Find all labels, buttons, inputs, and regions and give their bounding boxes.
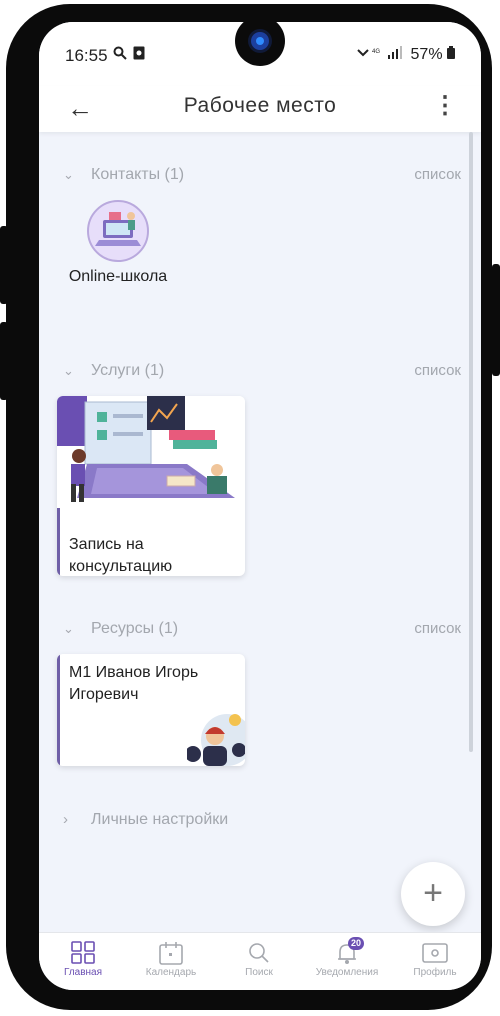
section-label: Ресурсы (1) (91, 620, 179, 637)
volume-button-2 (0, 322, 8, 400)
tab-notifications[interactable]: 20 Уведомления (303, 933, 391, 990)
tab-label: Уведомления (315, 967, 379, 978)
calendar-icon (158, 941, 184, 965)
list-view-link[interactable]: список (414, 617, 461, 641)
card-accent (57, 654, 60, 766)
online-school-illustration (95, 212, 141, 246)
contact-item[interactable]: Online-школа (63, 200, 173, 286)
section-services[interactable]: ⌄ Услуги (1) список (39, 359, 481, 383)
camera-lens (251, 32, 269, 50)
screen: 16:55 4G 57% ← Рабочее место ⋮ ⌄ Контакт… (39, 22, 481, 990)
tab-label: Поиск (245, 967, 273, 978)
card-accent (57, 508, 60, 576)
service-title: Запись на консультацию (69, 534, 239, 576)
section-resources[interactable]: ⌄ Ресурсы (1) список (39, 617, 481, 641)
contact-name: Online-школа (68, 268, 168, 285)
bell-icon: 20 (334, 937, 365, 965)
resource-card[interactable]: М1 Иванов Игорь Игоревич (57, 654, 245, 766)
search-status-icon (113, 46, 127, 60)
service-illustration (57, 396, 245, 508)
status-right: 4G 57% (356, 46, 455, 64)
section-label: Личные настройки (91, 811, 229, 828)
contact-avatar (87, 200, 149, 262)
app-bar: ← Рабочее место ⋮ (39, 86, 481, 132)
section-label: Услуги (1) (91, 362, 165, 379)
chevron-down-icon: ⌄ (63, 363, 74, 378)
signal-icons: 4G (357, 46, 403, 59)
chevron-down-icon: ⌄ (63, 167, 74, 182)
resource-title: М1 Иванов Игорь Игоревич (69, 662, 239, 706)
resource-avatar-illustration (185, 710, 245, 766)
chevron-down-icon: ⌄ (63, 621, 74, 636)
section-personal-settings[interactable]: › Личные настройки (39, 808, 481, 832)
phone-frame: 16:55 4G 57% ← Рабочее место ⋮ ⌄ Контакт… (0, 4, 500, 1010)
power-button (492, 264, 500, 376)
tab-profile[interactable]: Профиль (391, 933, 479, 990)
scrollbar[interactable] (469, 132, 473, 752)
tab-home[interactable]: Главная (39, 933, 127, 990)
section-contacts[interactable]: ⌄ Контакты (1) список (39, 163, 481, 187)
list-view-link[interactable]: список (414, 359, 461, 383)
status-icons (113, 46, 145, 64)
list-view-link[interactable]: список (414, 163, 461, 187)
volume-button (0, 226, 8, 304)
grid-icon (70, 941, 96, 965)
service-title-text: Запись на консультацию (69, 536, 173, 575)
resource-title-text: М1 Иванов Игорь Игоревич (69, 664, 199, 703)
add-button[interactable]: + (401, 862, 465, 926)
chevron-right-icon: › (63, 811, 68, 828)
tab-label: Главная (63, 967, 103, 978)
app-status-icon (133, 46, 145, 60)
svg-text:4G: 4G (372, 49, 380, 55)
tab-label: Профиль (413, 967, 457, 978)
tab-search[interactable]: Поиск (215, 933, 303, 990)
search-icon (246, 941, 272, 965)
tab-label: Календарь (145, 967, 197, 978)
profile-icon (422, 941, 448, 965)
notification-badge: 20 (348, 937, 365, 950)
service-card[interactable]: Запись на консультацию (57, 396, 245, 576)
bottom-tab-bar: Главная Календарь Поиск 20 Уведомления П… (39, 932, 481, 990)
tab-calendar[interactable]: Календарь (127, 933, 215, 990)
section-label: Контакты (1) (91, 166, 185, 183)
more-vert-icon[interactable]: ⋮ (433, 92, 457, 120)
battery-icon (447, 46, 455, 59)
battery-percent: 57% (410, 46, 443, 63)
status-time: 16:55 (65, 46, 108, 65)
page-title: Рабочее место (183, 94, 337, 117)
